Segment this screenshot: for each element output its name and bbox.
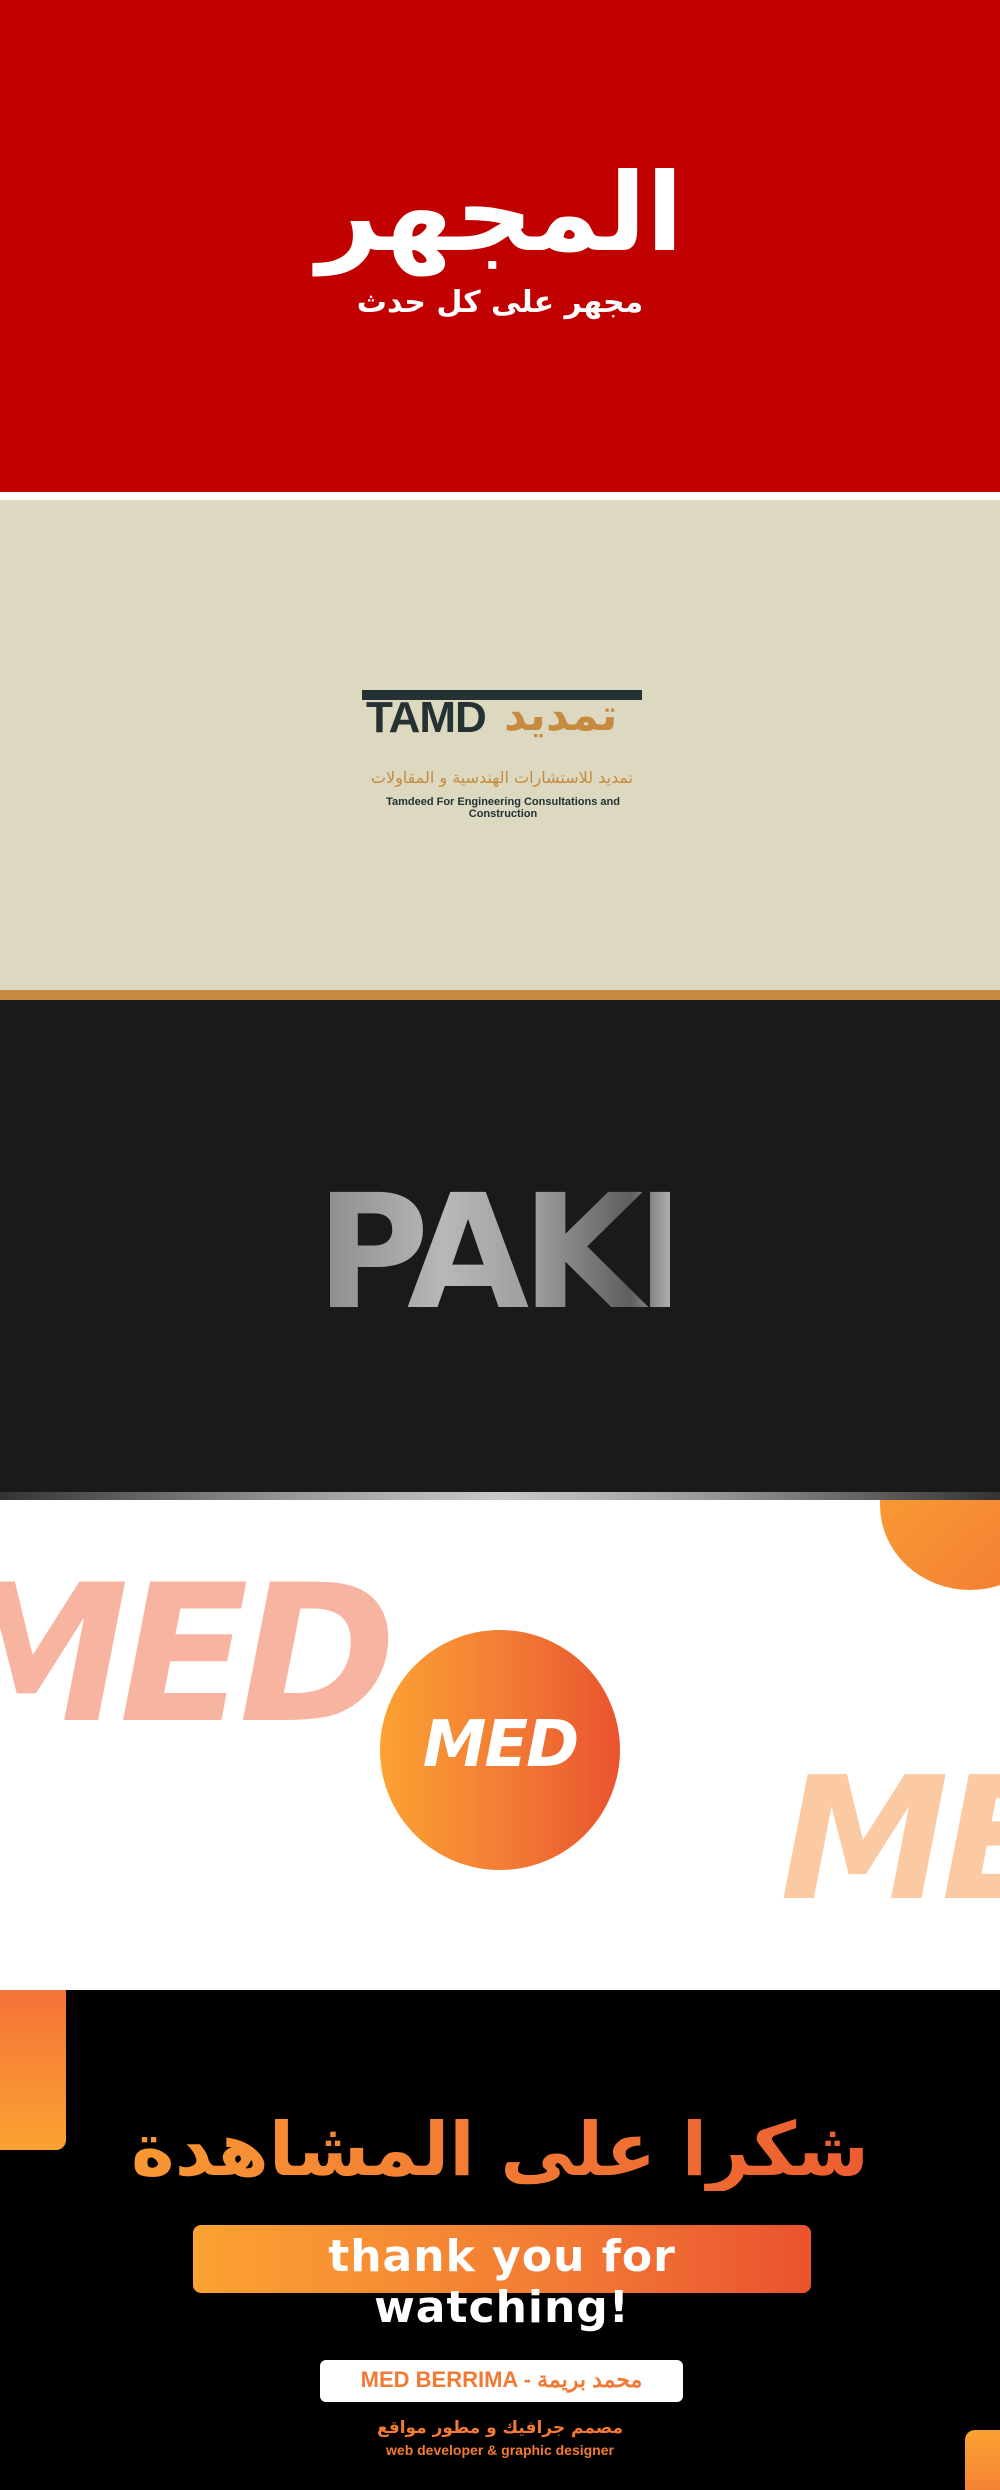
med-circle-logo-text: MED — [422, 1708, 580, 1782]
decorative-shape — [880, 1500, 1000, 1590]
thanks-arabic-heading: شكرا على المشاهدة — [0, 2109, 1000, 2191]
designer-role-arabic: مصمم جرافيك و مطور مواقع — [376, 2418, 624, 2438]
thanks-english-text: thank you for watching! — [328, 2231, 676, 2333]
designer-name: MED BERRIMA - محمد بريمة — [360, 2367, 643, 2392]
mujhir-logo-subtitle: مجهر على كل حدث — [356, 285, 644, 320]
tamdeed-logo-arabic: تمديد — [504, 690, 618, 741]
tamdeed-logo: TAMD تمديد — [362, 690, 642, 810]
thanks-english-banner: thank you for watching! — [193, 2225, 811, 2333]
paki-logo: PAKI — [330, 1175, 670, 1315]
tamdeed-section: TAMD تمديد تمديد للاستشارات الهندسية و ا… — [0, 500, 1000, 990]
decorative-shape — [965, 2430, 1000, 2490]
thanks-section: شكرا على المشاهدة thank you for watching… — [0, 1990, 1000, 2490]
tamdeed-arabic-tagline: تمديد للاستشارات الهندسية و المقاولات — [370, 768, 634, 787]
designer-role-english: web developer & graphic designer — [386, 2442, 614, 2458]
section-divider — [0, 1492, 1000, 1500]
section-divider — [0, 990, 1000, 1000]
paki-logo-text: PAKI — [330, 1175, 670, 1315]
mujhir-section: المجهر مجهر على كل حدث — [0, 0, 1000, 492]
tamdeed-logo-latin: TAMD — [366, 693, 487, 742]
section-divider — [0, 492, 1000, 500]
tamdeed-english-tagline: Tamdeed For Engineering Consultations an… — [386, 796, 620, 820]
med-watermark-left: MED — [0, 1544, 397, 1765]
med-circle-logo: MED — [380, 1630, 620, 1870]
mujhir-logo-title: المجهر — [316, 151, 684, 276]
med-section: MED MED MED — [0, 1500, 1000, 1990]
paki-section: PAKI — [0, 1000, 1000, 1492]
designer-name-badge: MED BERRIMA - محمد بريمة — [320, 2360, 683, 2402]
med-watermark-right: MED — [780, 1741, 1000, 1939]
